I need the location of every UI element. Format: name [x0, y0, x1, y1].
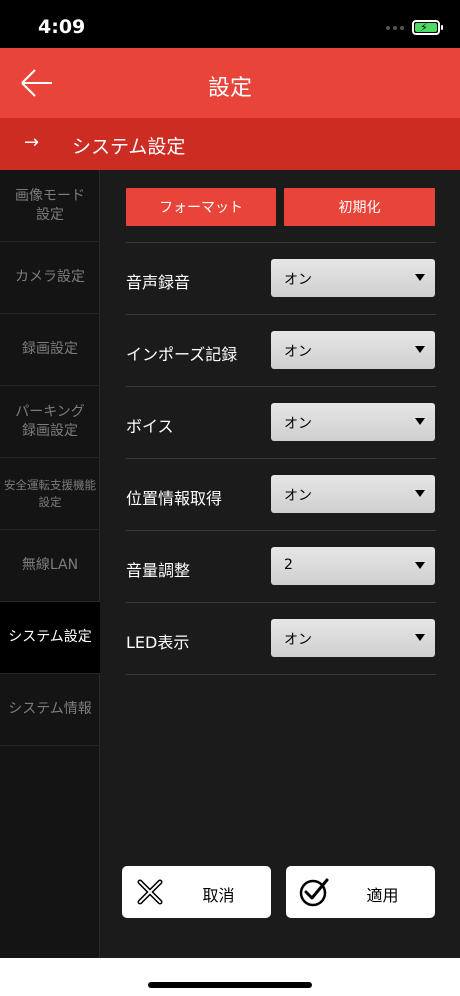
apply-label: 適用: [366, 886, 399, 905]
sidebar-item-system-settings[interactable]: システム設定: [0, 602, 100, 674]
sidebar-item-parking[interactable]: パーキング 録画設定: [0, 386, 100, 458]
sidebar-item-camera[interactable]: カメラ設定: [0, 242, 100, 314]
sidebar-item-label: カメラ設定: [15, 269, 85, 285]
caret-down-icon: [415, 490, 425, 497]
close-icon: [137, 879, 163, 905]
arrow-right-icon: →: [24, 132, 40, 153]
signal-icon: [386, 26, 404, 32]
impose-record-select[interactable]: オン: [271, 331, 435, 369]
caret-down-icon: [415, 274, 425, 281]
caret-down-icon: [415, 418, 425, 425]
led-display-select[interactable]: オン: [271, 619, 435, 657]
select-value: オン: [284, 416, 312, 432]
section-title: システム設定: [72, 136, 186, 158]
divider: [126, 458, 436, 459]
select-value: オン: [284, 272, 312, 288]
caret-down-icon: [415, 346, 425, 353]
sidebar: 画像モード 設定 カメラ設定 録画設定 パーキング 録画設定 安全運転支援機能 …: [0, 170, 100, 958]
reset-button[interactable]: 初期化: [284, 188, 435, 226]
audio-recording-select[interactable]: オン: [271, 259, 435, 297]
sidebar-item-label: 録画設定: [22, 341, 78, 357]
sidebar-item-label: パーキング 録画設定: [15, 403, 85, 439]
select-value: オン: [284, 488, 312, 504]
home-indicator[interactable]: [148, 982, 312, 988]
cancel-label: 取消: [202, 886, 235, 905]
divider: [126, 242, 436, 243]
sidebar-item-system-info[interactable]: システム情報: [0, 674, 100, 746]
setting-label: LED表示: [126, 633, 190, 652]
sidebar-item-image-mode[interactable]: 画像モード 設定: [0, 170, 100, 242]
home-indicator-area: [0, 958, 460, 996]
caret-down-icon: [415, 562, 425, 569]
sidebar-item-label: システム設定: [8, 629, 92, 645]
divider: [126, 530, 436, 531]
page-title: 設定: [207, 76, 252, 101]
setting-label: 位置情報取得: [126, 489, 223, 508]
nav-bar: 設定: [0, 48, 460, 118]
battery-icon: ⚡: [412, 20, 443, 35]
sidebar-item-label: 無線LAN: [21, 557, 79, 573]
format-button[interactable]: フォーマット: [126, 188, 276, 226]
divider: [126, 314, 436, 315]
setting-label: インポーズ記録: [126, 345, 238, 364]
settings-panel: フォーマット 初期化 音声録音 オン インポーズ記録 オン ボイス オン 位置情…: [100, 170, 460, 958]
divider: [126, 386, 436, 387]
status-bar: 4:09 ⚡: [0, 0, 460, 48]
caret-down-icon: [415, 634, 425, 641]
divider: [126, 674, 436, 675]
sidebar-item-label: システム情報: [8, 701, 92, 717]
select-value: オン: [284, 632, 312, 648]
divider: [126, 602, 436, 603]
select-value: 2: [284, 557, 293, 573]
setting-label: 音量調整: [126, 561, 191, 580]
sidebar-item-recording[interactable]: 録画設定: [0, 314, 100, 386]
sidebar-item-safety-assist[interactable]: 安全運転支援機能 設定: [0, 458, 100, 530]
location-select[interactable]: オン: [271, 475, 435, 513]
sidebar-item-label: 安全運転支援機能 設定: [4, 477, 96, 509]
check-circle-icon: [299, 878, 329, 907]
setting-label: ボイス: [126, 417, 174, 436]
sidebar-item-wireless-lan[interactable]: 無線LAN: [0, 530, 100, 602]
section-header: → システム設定: [0, 118, 460, 170]
apply-button[interactable]: 適用: [286, 866, 435, 918]
select-value: オン: [284, 344, 312, 360]
volume-select[interactable]: 2: [271, 547, 435, 585]
voice-select[interactable]: オン: [271, 403, 435, 441]
sidebar-item-label: 画像モード 設定: [15, 187, 85, 223]
status-time: 4:09: [38, 16, 86, 38]
cancel-button[interactable]: 取消: [122, 866, 271, 918]
setting-label: 音声録音: [126, 273, 191, 292]
